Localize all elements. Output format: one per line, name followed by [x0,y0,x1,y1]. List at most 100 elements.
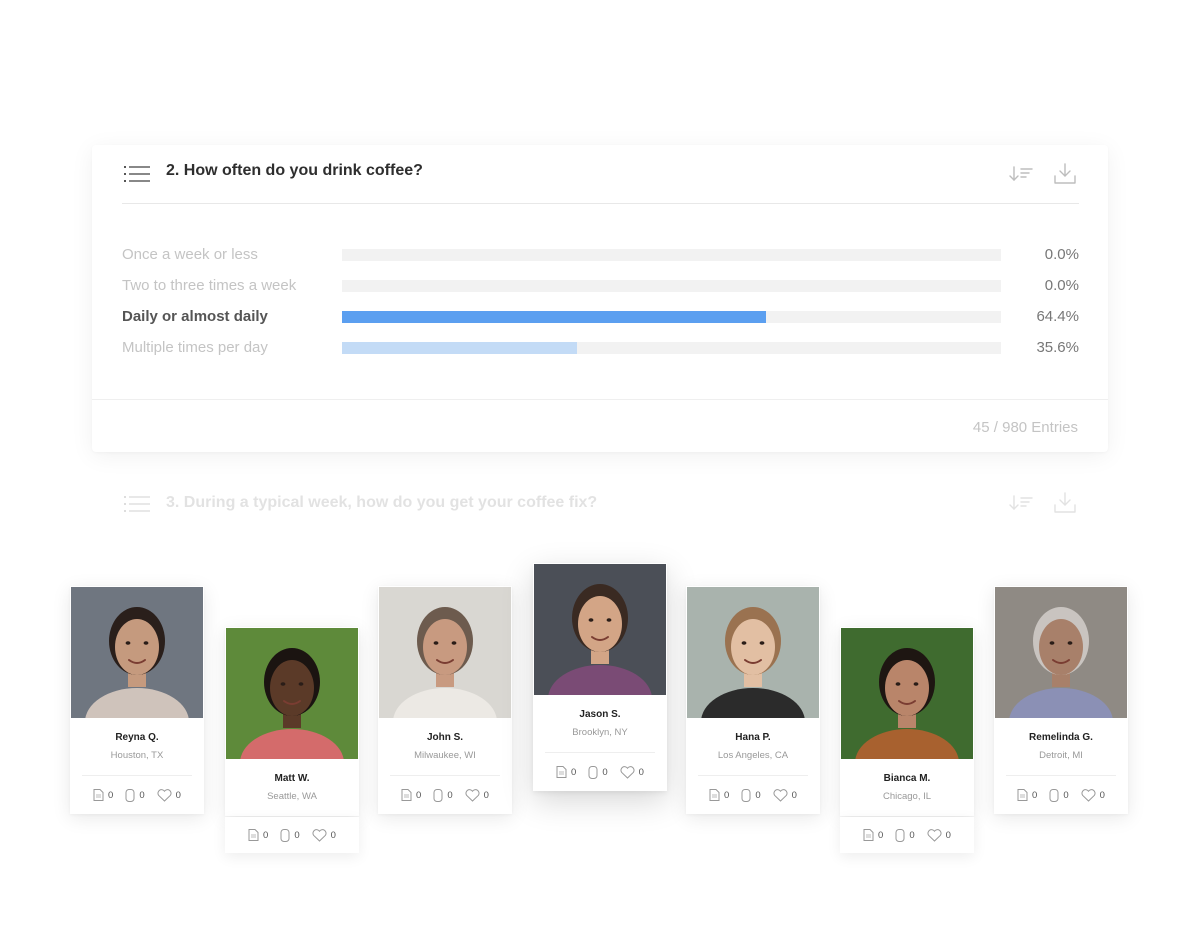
clips-stat[interactable]: 0 [741,788,761,802]
heart-icon [620,765,635,779]
likes-stat[interactable]: 0 [1081,788,1105,802]
person-card[interactable]: Bianca M. Chicago, IL [840,627,974,816]
likes-stat[interactable]: 0 [312,828,336,842]
answer-bar-track [342,311,1001,323]
person-photo [379,587,511,718]
likes-stat[interactable]: 0 [465,788,489,802]
documents-stat[interactable]: 0 [248,829,268,841]
documents-count: 0 [108,789,114,801]
answer-row: Daily or almost daily 64.4% [122,307,1079,338]
answer-bar-track [342,342,1001,354]
person-location: Milwaukee, WI [414,750,476,761]
likes-stat[interactable]: 0 [157,788,181,802]
person-card[interactable]: John S. Milwaukee, WI 0 0 0 [378,586,512,814]
answer-bar-fill [342,342,577,354]
person-name: John S. [426,732,464,743]
person-card[interactable]: Matt W. Seattle, WA [225,627,359,816]
next-question-title: 3. During a typical week, how do you get… [166,494,598,511]
clips-stat[interactable]: 0 [433,788,453,802]
documents-stat[interactable]: 0 [93,789,113,801]
clips-count: 0 [447,789,453,801]
likes-count: 0 [791,789,797,801]
documents-stat[interactable]: 0 [401,789,421,801]
likes-count: 0 [945,829,951,841]
portrait-image [687,587,819,718]
documents-stat[interactable]: 0 [1017,789,1037,801]
document-icon [863,829,874,841]
heart-icon [157,788,172,802]
person-name: Jason S. [579,709,621,720]
clip-icon [895,828,905,842]
answer-label: Once a week or less [122,246,258,263]
likes-count: 0 [1099,789,1105,801]
person-location: Seattle, WA [267,791,317,802]
clips-stat[interactable]: 0 [588,765,608,779]
likes-stat[interactable]: 0 [620,765,644,779]
likes-stat[interactable]: 0 [773,788,797,802]
download-icon[interactable] [1052,490,1078,516]
person-card[interactable]: Remelinda G. Detroit, MI 0 0 0 [994,586,1128,814]
likes-count: 0 [483,789,489,801]
likes-stat[interactable]: 0 [927,828,951,842]
person-photo [226,628,358,759]
documents-count: 0 [416,789,422,801]
documents-stat[interactable]: 0 [709,789,729,801]
person-name: Matt W. [274,773,310,784]
person-photo [71,587,203,718]
clip-icon [741,788,751,802]
sort-icon[interactable] [1008,161,1034,187]
documents-stat[interactable]: 0 [863,829,883,841]
answer-percent: 64.4% [1036,308,1079,325]
heart-icon [1081,788,1096,802]
document-icon [248,829,259,841]
person-stats: 0 0 0 [698,775,808,814]
heart-icon [773,788,788,802]
heart-icon [927,828,942,842]
answer-label: Daily or almost daily [122,308,268,325]
answer-percent: 0.0% [1044,277,1079,294]
answer-row: Once a week or less 0.0% [122,245,1079,276]
documents-count: 0 [263,829,269,841]
heart-icon [465,788,480,802]
clips-stat[interactable]: 0 [1049,788,1069,802]
clips-count: 0 [909,829,915,841]
answer-bar-track [342,249,1001,261]
question-card: 2. How often do you drink coffee? Once a… [92,145,1108,452]
person-card[interactable]: Jason S. Brooklyn, NY 0 0 0 [533,563,667,791]
person-stats: 0 0 0 [1006,775,1116,814]
documents-count: 0 [724,789,730,801]
clips-stat[interactable]: 0 [895,828,915,842]
entries-count: 45 / 980 Entries [972,419,1078,436]
person-name: Hana P. [735,732,771,743]
answer-row: Two to three times a week 0.0% [122,276,1079,307]
person-location: Brooklyn, NY [572,727,628,738]
portrait-image [995,587,1127,718]
person-card[interactable]: Hana P. Los Angeles, CA 0 0 0 [686,586,820,814]
likes-count: 0 [330,829,336,841]
answer-list: Once a week or less 0.0% Two to three ti… [122,245,1079,369]
person-photo [687,587,819,718]
list-icon [124,496,150,512]
person-photo [841,628,973,759]
clip-icon [125,788,135,802]
person-stats: 0 0 0 [390,775,500,814]
next-question[interactable]: 3. During a typical week, how do you get… [92,478,1108,528]
clips-count: 0 [294,829,300,841]
portrait-image [534,564,666,695]
person-stats: 0 0 0 [225,817,359,853]
document-icon [1017,789,1028,801]
clips-stat[interactable]: 0 [280,828,300,842]
question-header: 2. How often do you drink coffee? [92,145,1108,205]
person-location: Detroit, MI [1039,750,1083,761]
documents-stat[interactable]: 0 [556,766,576,778]
sort-icon[interactable] [1008,490,1034,516]
likes-count: 0 [638,766,644,778]
document-icon [709,789,720,801]
download-icon[interactable] [1052,161,1078,187]
person-stats: 0 0 0 [545,752,655,791]
clips-stat[interactable]: 0 [125,788,145,802]
document-icon [93,789,104,801]
clips-count: 0 [602,766,608,778]
person-card[interactable]: Reyna Q. Houston, TX 0 0 0 [70,586,204,814]
portrait-image [226,628,358,759]
